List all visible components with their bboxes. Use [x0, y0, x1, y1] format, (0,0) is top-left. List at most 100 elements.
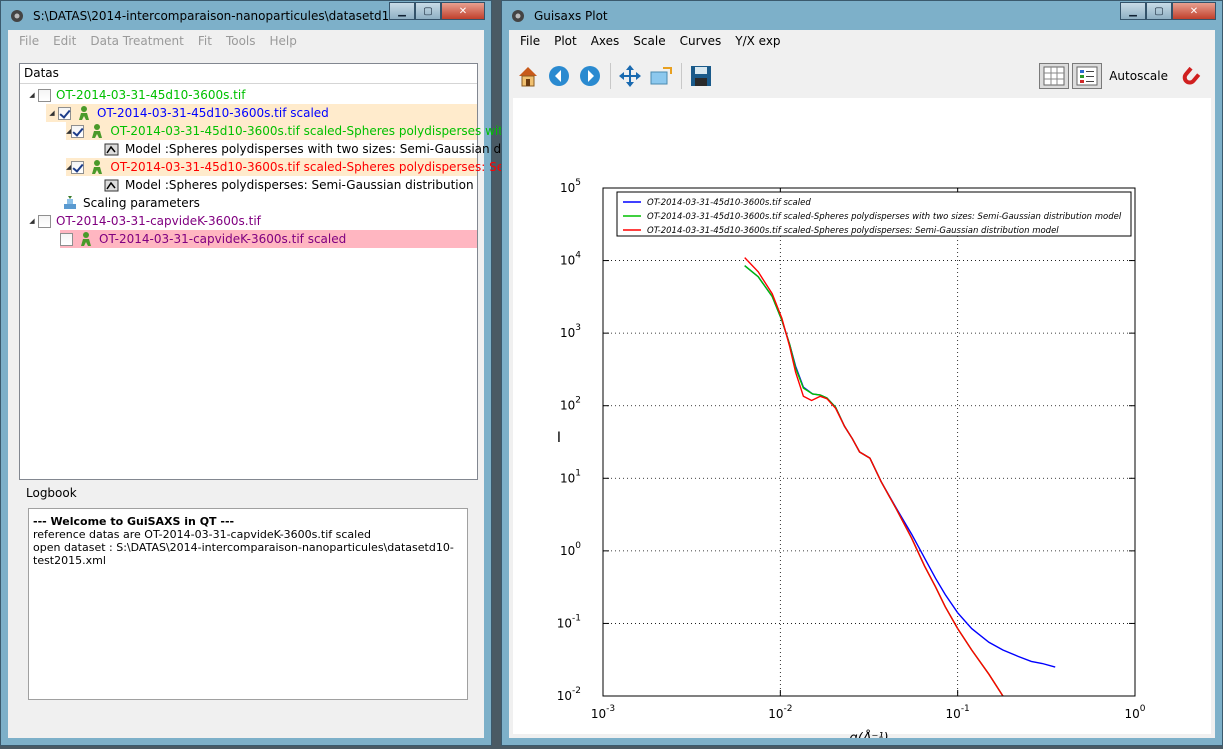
x-tick-label: 100	[1124, 704, 1145, 721]
scaling-icon	[64, 196, 76, 209]
logbook-text[interactable]: --- Welcome to GuiSAXS in QT --- referen…	[28, 508, 468, 700]
collapse-arrow-icon[interactable]: ◢	[26, 217, 38, 225]
maximize-button[interactable]: ▢	[415, 2, 441, 20]
grid-icon	[1043, 66, 1065, 86]
x-tick-label: 10-2	[768, 704, 792, 721]
minimize-button[interactable]: ▁	[389, 2, 415, 20]
close-button[interactable]: ✕	[1172, 2, 1216, 20]
main-window-title: S:\DATAS\2014-intercomparaison-nanoparti…	[33, 8, 425, 23]
tree-header[interactable]: Datas	[20, 64, 477, 84]
legend: OT-2014-03-31-45d10-3600s.tif scaled OT-2…	[616, 191, 1132, 237]
model-icon	[104, 179, 119, 192]
person-green-icon	[79, 106, 89, 120]
pan-icon	[619, 65, 641, 87]
menu-file[interactable]: File	[513, 34, 547, 48]
y-tick-label: 105	[560, 178, 581, 195]
log-line: open dataset : S:\DATAS\2014-intercompar…	[33, 541, 454, 554]
autoscale-label[interactable]: Autoscale	[1109, 69, 1168, 83]
zoom-button[interactable]	[648, 63, 674, 89]
maximize-button[interactable]: ▢	[1146, 2, 1172, 20]
plot-client: File Plot Axes Scale Curves Y/X exp Auto…	[509, 30, 1215, 746]
checkbox[interactable]	[60, 232, 73, 246]
saxs-chart[interactable]: 10-3 10-2 10-1 100 10-2 10-1 100 101 102 103 104 10…	[513, 98, 1213, 746]
tree-item-scaled-1[interactable]: ◢ OT-2014-03-31-45d10-3600s.tif scaled	[46, 104, 477, 122]
back-icon	[549, 66, 569, 86]
legend-entry: OT-2014-03-31-45d10-3600s.tif scaled	[647, 198, 811, 208]
menu-edit[interactable]: Edit	[46, 34, 83, 48]
y-tick-label: 10-1	[557, 613, 581, 630]
grid-toggle-button[interactable]	[1039, 63, 1070, 89]
home-icon	[519, 67, 537, 87]
main-menubar: File Edit Data Treatment Fit Tools Help	[8, 30, 484, 52]
legend-entry: OT-2014-03-31-45d10-3600s.tif scaled-Sph…	[647, 226, 1059, 236]
log-line: reference datas are OT-2014-03-31-capvid…	[33, 528, 371, 541]
checkbox[interactable]	[58, 106, 71, 120]
datas-tree[interactable]: Datas ◢ OT-2014-03-31-45d10-3600s.tif ◢ …	[19, 63, 527, 480]
x-tick-label: 10-3	[591, 704, 615, 721]
save-button[interactable]	[688, 63, 714, 89]
tree-item-label: OT-2014-03-31-45d10-3600s.tif scaled-Sph…	[110, 124, 522, 138]
tree-item-model-semi-gaussian[interactable]: Model :Spheres polydisperses: Semi-Gauss…	[104, 176, 474, 194]
log-line: test2015.xml	[33, 554, 106, 567]
y-tick-label: 104	[560, 251, 581, 268]
menu-tools[interactable]: Tools	[219, 34, 263, 48]
model-icon	[104, 143, 119, 156]
checkbox[interactable]	[38, 88, 51, 102]
forward-icon	[580, 66, 600, 86]
menu-yx-exp[interactable]: Y/X exp	[728, 34, 787, 48]
tree-item-fit-two-sizes[interactable]: ◢ OT-2014-03-31-45d10-3600s.tif scaled-S…	[66, 122, 522, 140]
legend-icon	[1076, 66, 1098, 86]
menu-file[interactable]: File	[12, 34, 46, 48]
tree-item-dataset-1[interactable]: ◢ OT-2014-03-31-45d10-3600s.tif	[26, 86, 245, 104]
close-button[interactable]: ✕	[441, 2, 485, 20]
menu-data-treatment[interactable]: Data Treatment	[83, 34, 191, 48]
y-tick-label: 103	[560, 323, 581, 340]
menu-curves[interactable]: Curves	[673, 34, 729, 48]
y-axis-label: I	[557, 430, 561, 446]
main-client: File Edit Data Treatment Fit Tools Help …	[8, 30, 527, 738]
tree-item-scaling-parameters[interactable]: Scaling parameters	[62, 194, 200, 212]
plot-titlebar[interactable]: Guisaxs Plot ▁ ▢ ✕	[502, 1, 1222, 30]
app-gear-icon	[512, 9, 524, 22]
tree-item-label: Model :Spheres polydisperses with two si…	[125, 142, 527, 156]
tree-item-label: OT-2014-03-31-capvideK-3600s.tif scaled	[99, 232, 347, 246]
checkbox[interactable]	[71, 160, 85, 174]
plot-canvas[interactable]: 10-3 10-2 10-1 100 10-2 10-1 100 101 102 103 104 10…	[513, 98, 1211, 746]
collapse-arrow-icon[interactable]: ◢	[46, 109, 58, 117]
tree-item-label: OT-2014-03-31-capvideK-3600s.tif	[56, 214, 261, 228]
series-line-1	[744, 265, 1056, 668]
tree-item-label: OT-2014-03-31-45d10-3600s.tif scaled	[97, 106, 329, 120]
legend-toggle-button[interactable]	[1072, 63, 1103, 89]
checkbox[interactable]	[38, 214, 51, 228]
main-titlebar[interactable]: S:\DATAS\2014-intercomparaison-nanoparti…	[1, 1, 491, 30]
menu-axes[interactable]: Axes	[584, 34, 627, 48]
tree-item-scaled-2[interactable]: OT-2014-03-31-capvideK-3600s.tif scaled	[60, 230, 477, 248]
legend-entry: OT-2014-03-31-45d10-3600s.tif scaled-Sph…	[647, 212, 1122, 222]
forward-button[interactable]	[577, 63, 603, 89]
y-tick-label: 100	[560, 541, 581, 558]
tree-item-label: Scaling parameters	[83, 196, 200, 210]
pan-button[interactable]	[617, 63, 643, 89]
home-button[interactable]	[515, 63, 541, 89]
menu-plot[interactable]: Plot	[547, 34, 584, 48]
collapse-arrow-icon[interactable]: ◢	[26, 91, 38, 99]
log-line: --- Welcome to GuiSAXS in QT ---	[33, 515, 235, 528]
tree-item-model-two-sizes[interactable]: Model :Spheres polydisperses with two si…	[104, 140, 527, 158]
x-axis-label: q(Å⁻¹)	[849, 730, 888, 738]
checkbox[interactable]	[71, 124, 85, 138]
zoom-icon	[650, 67, 672, 85]
back-button[interactable]	[546, 63, 572, 89]
menu-help[interactable]: Help	[263, 34, 304, 48]
menu-scale[interactable]: Scale	[626, 34, 672, 48]
tree-item-dataset-2[interactable]: ◢ OT-2014-03-31-capvideK-3600s.tif	[26, 212, 261, 230]
magnet-button[interactable]	[1178, 63, 1204, 89]
person-green-icon	[81, 232, 91, 246]
minimize-button[interactable]: ▁	[1120, 2, 1146, 20]
tree-item-label: Model :Spheres polydisperses: Semi-Gauss…	[125, 178, 474, 192]
app-gear-icon	[11, 9, 23, 22]
person-green-icon	[92, 160, 103, 174]
tree-item-fit-semi-gaussian[interactable]: ◢ OT-2014-03-31-45d10-3600s.tif scaled-S…	[66, 158, 516, 176]
menu-fit[interactable]: Fit	[191, 34, 219, 48]
y-tick-label: 10-2	[557, 686, 581, 703]
magnet-icon	[1182, 66, 1201, 85]
